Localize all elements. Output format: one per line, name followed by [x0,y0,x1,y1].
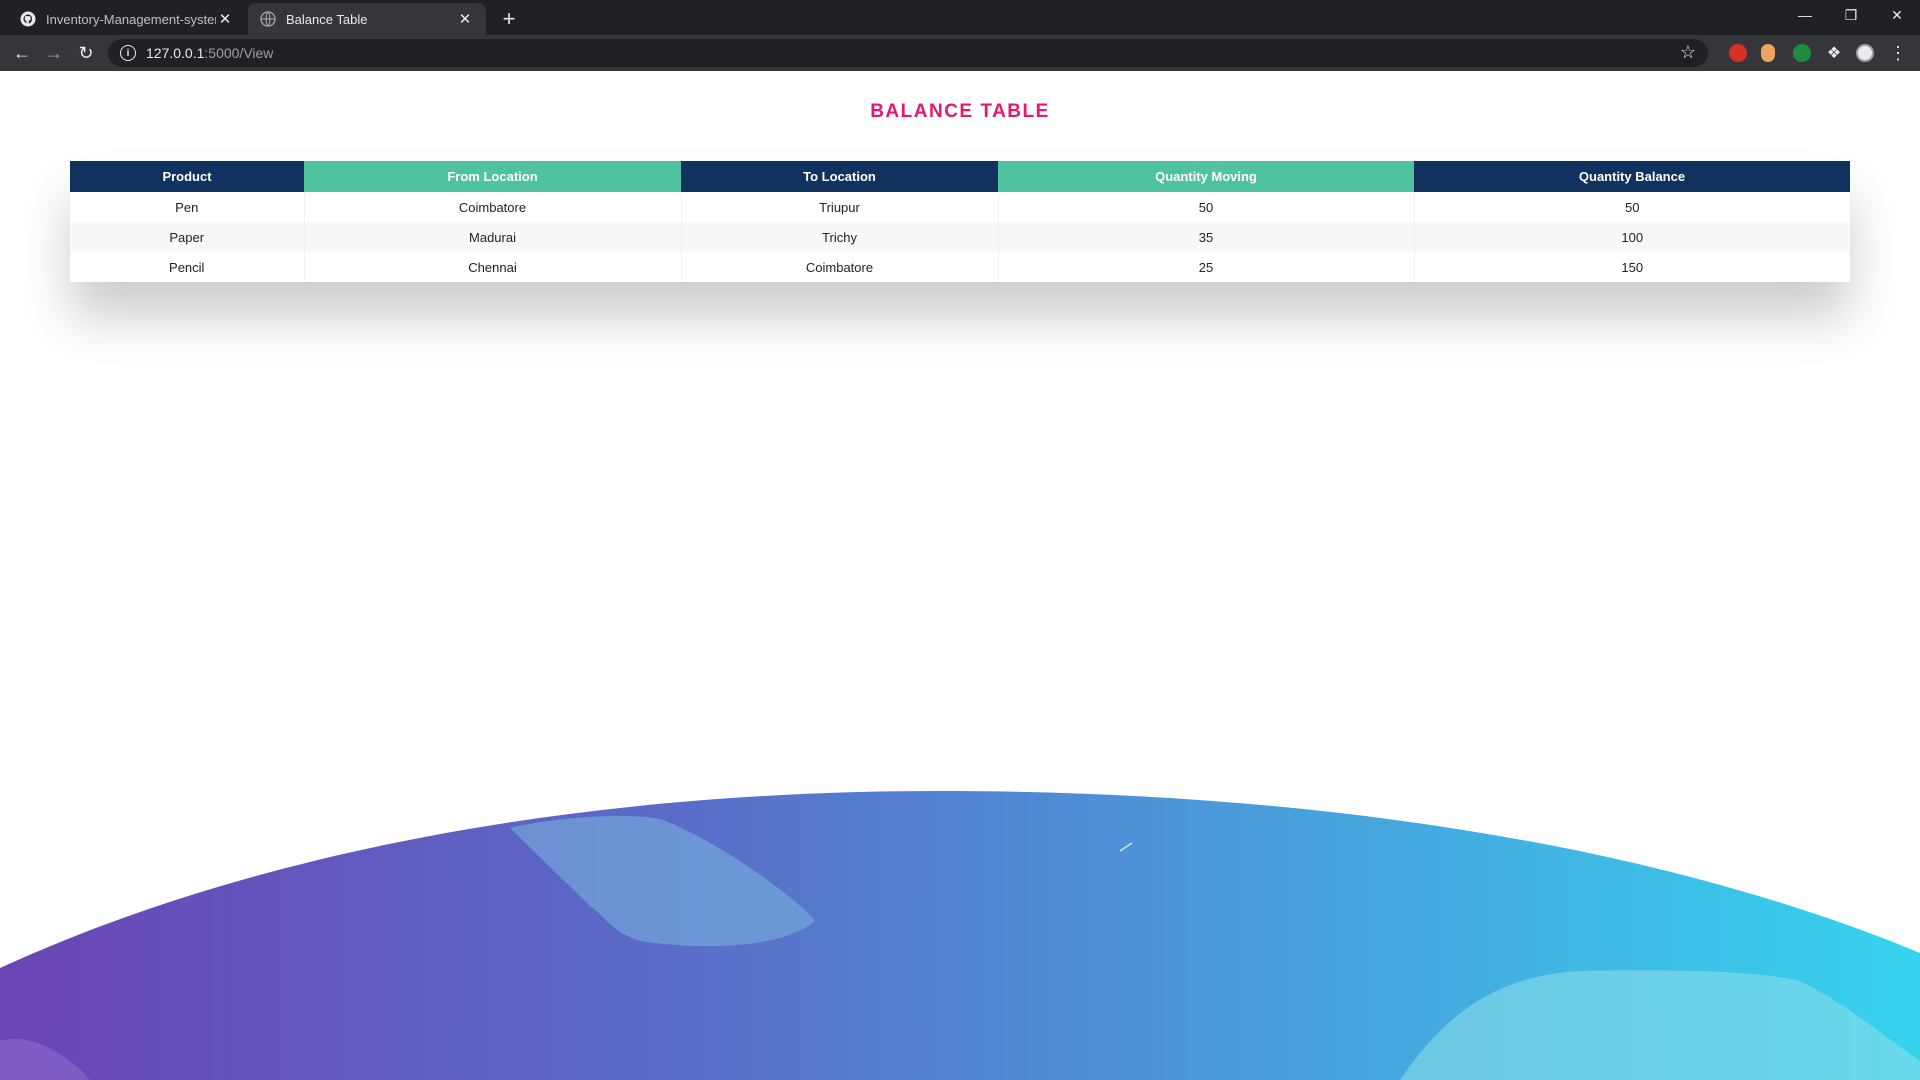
shield-icon[interactable] [1793,44,1811,62]
github-icon [20,11,36,27]
browser-toolbar: ← → ↻ i 127.0.0.1:5000/View ☆ ❖ ⋮ [0,35,1920,71]
table-header-row: Product From Location To Location Quanti… [70,161,1850,192]
tab-title: Balance Table [286,11,368,27]
table-row: Pen Coimbatore Triupur 50 50 [70,192,1850,222]
tab-strip: Inventory-Management-system/ ✕ Balance T… [0,0,1920,35]
cell-quantity-moving: 50 [998,192,1415,222]
reload-icon[interactable]: ↻ [72,39,100,67]
cell-product: Paper [70,222,305,252]
avatar[interactable] [1856,44,1874,62]
page-content: BALANCE TABLE Product From Location To L… [0,71,1920,1080]
new-tab-button[interactable]: + [496,6,522,32]
forward-icon[interactable]: → [40,39,68,67]
cell-from-location: Coimbatore [304,192,682,222]
close-tab-icon[interactable]: ✕ [216,10,234,28]
bookmark-star-icon[interactable]: ☆ [1680,42,1696,63]
cell-to-location: Coimbatore [681,252,999,282]
cell-quantity-balance: 100 [1414,222,1850,252]
tab-github[interactable]: Inventory-Management-system/ ✕ [8,3,246,35]
minimize-icon[interactable]: — [1782,0,1828,30]
header-quantity-balance: Quantity Balance [1414,161,1850,192]
header-quantity-moving: Quantity Moving [998,161,1414,192]
tab-title: Inventory-Management-system/ [46,11,216,27]
header-product: Product [70,161,304,192]
cell-to-location: Triupur [681,192,999,222]
address-bar[interactable]: i 127.0.0.1:5000/View ☆ [108,39,1708,67]
url-host: 127.0.0.1 [146,45,205,61]
cell-quantity-balance: 150 [1414,252,1850,282]
cell-from-location: Chennai [304,252,682,282]
puzzle-icon[interactable]: ❖ [1820,39,1848,67]
restore-icon[interactable]: ❐ [1828,0,1874,30]
site-info-icon[interactable]: i [120,45,136,61]
menu-icon[interactable]: ⋮ [1884,39,1912,67]
url-path: :5000/View [204,45,274,61]
cell-product: Pencil [70,252,305,282]
balance-table-container: Product From Location To Location Quanti… [70,161,1850,282]
cell-quantity-moving: 25 [998,252,1415,282]
cell-from-location: Madurai [304,222,682,252]
cell-quantity-balance: 50 [1414,192,1850,222]
back-icon[interactable]: ← [8,39,36,67]
header-from-location: From Location [304,161,681,192]
cell-product: Pen [70,192,305,222]
cell-quantity-moving: 35 [998,222,1415,252]
cell-to-location: Trichy [681,222,999,252]
globe-icon [260,11,276,27]
tab-balance-table[interactable]: Balance Table ✕ [248,3,486,35]
balance-table: Product From Location To Location Quanti… [70,161,1850,282]
extension-icon[interactable] [1729,44,1747,62]
table-row: Paper Madurai Trichy 35 100 [70,222,1850,252]
table-row: Pencil Chennai Coimbatore 25 150 [70,252,1850,282]
header-to-location: To Location [681,161,998,192]
extension-icon[interactable] [1761,44,1775,62]
close-window-icon[interactable]: ✕ [1874,0,1920,30]
close-tab-icon[interactable]: ✕ [456,10,474,28]
page-title: BALANCE TABLE [870,101,1050,122]
